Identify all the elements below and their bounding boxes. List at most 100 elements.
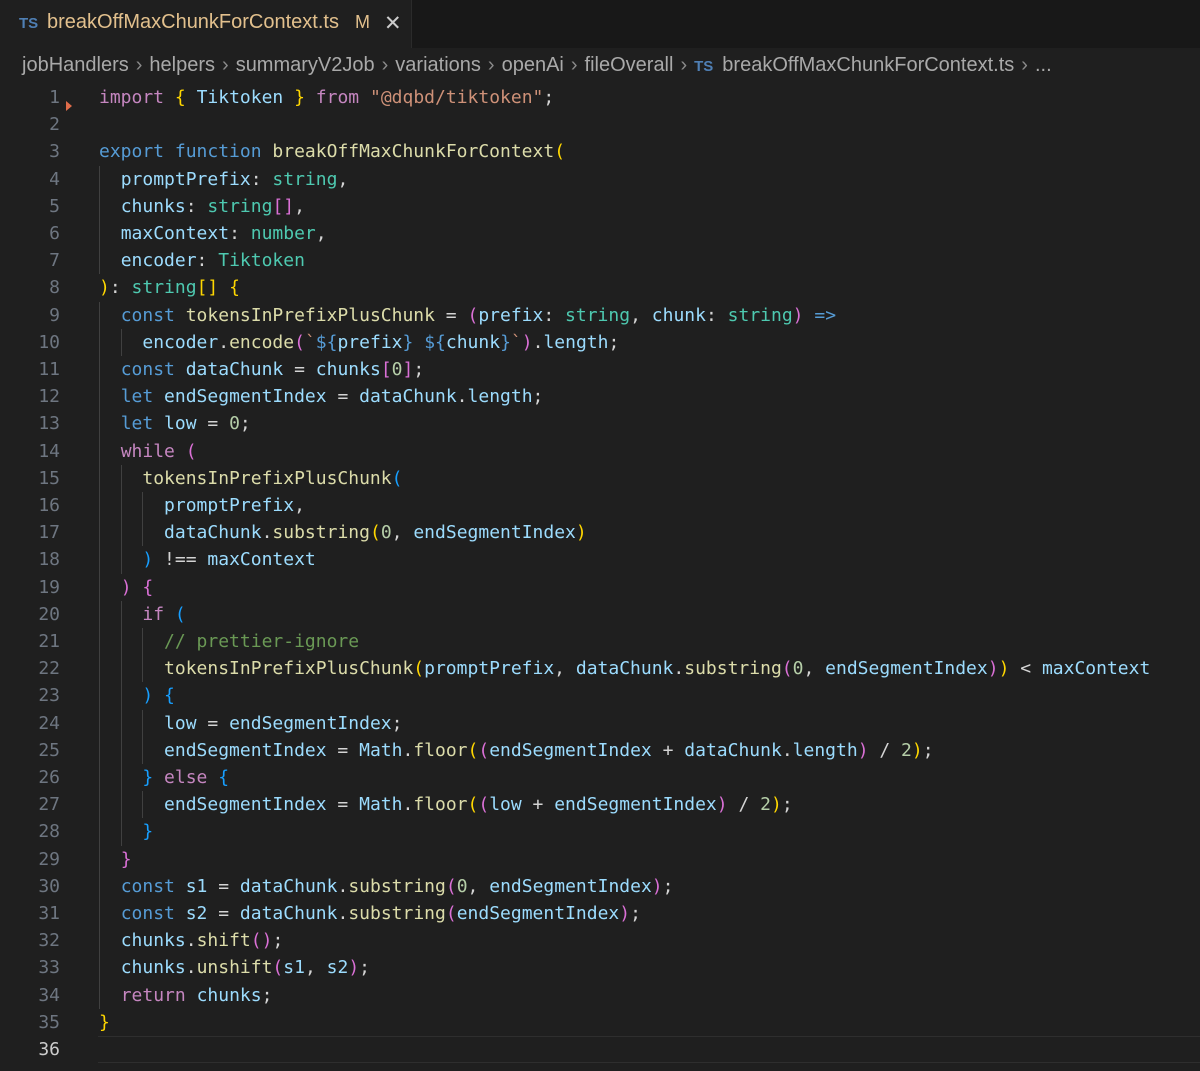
breadcrumb-more[interactable]: ... <box>1035 54 1052 76</box>
breadcrumb-item-file[interactable]: breakOffMaxChunkForContext.ts <box>722 54 1014 76</box>
code-token: const <box>120 304 175 326</box>
code-text[interactable]: if ( <box>99 601 185 628</box>
code-line[interactable]: 12 let endSegmentIndex = dataChunk.lengt… <box>0 383 1200 411</box>
code-line[interactable]: 9 const tokensInPrefixPlusChunk = (prefi… <box>0 301 1200 329</box>
code-text[interactable]: tokensInPrefixPlusChunk( <box>99 465 402 492</box>
code-text[interactable]: } <box>99 846 132 873</box>
editor-tab[interactable]: TS breakOffMaxChunkForContext.ts M ✕ <box>0 0 412 48</box>
code-line[interactable]: 3 export function breakOffMaxChunkForCont… <box>0 138 1200 165</box>
code-text[interactable]: let low = 0; <box>99 410 251 437</box>
code-line[interactable]: 36 <box>0 1036 1200 1063</box>
code-line[interactable]: 31 const s2 = dataChunk.substring(endSeg… <box>0 900 1200 928</box>
code-token: else <box>164 767 208 788</box>
code-line[interactable]: 11 const dataChunk = chunks[0]; <box>0 356 1200 384</box>
code-text[interactable]: encoder: Tiktoken <box>99 247 305 274</box>
code-text[interactable]: ) { <box>99 682 175 709</box>
code-text[interactable]: chunks: string[], <box>99 193 305 220</box>
code-text[interactable]: } <box>99 1009 110 1036</box>
code-token: endSegmentIndex <box>554 794 717 816</box>
code-line[interactable]: 35} <box>0 1009 1200 1036</box>
code-text[interactable]: tokensInPrefixPlusChunk(promptPrefix, da… <box>99 655 1150 682</box>
code-text[interactable]: chunks.shift(); <box>99 927 284 954</box>
code-line[interactable]: 27 endSegmentIndex = Math.floor((low + e… <box>0 791 1200 819</box>
code-text[interactable]: const tokensInPrefixPlusChunk = (prefix:… <box>99 302 836 329</box>
code-token: = <box>196 413 230 435</box>
code-line[interactable]: 4 promptPrefix: string, <box>0 165 1200 193</box>
code-text[interactable]: const s1 = dataChunk.substring(0, endSeg… <box>99 873 674 900</box>
breadcrumb-item-jobhandlers[interactable]: jobHandlers <box>22 54 129 76</box>
code-text[interactable]: ) { <box>99 574 154 601</box>
code-token: ( <box>467 739 479 761</box>
code-text[interactable]: chunks.unshift(s1, s2); <box>99 954 370 981</box>
breadcrumb-item-summaryv2job[interactable]: summaryV2Job <box>236 54 375 76</box>
code-text[interactable]: } else { <box>99 764 229 791</box>
code-text[interactable]: ) !== maxContext <box>99 546 315 573</box>
code-text[interactable]: endSegmentIndex = Math.floor((endSegment… <box>99 737 934 764</box>
code-token: ( <box>413 658 425 680</box>
code-text[interactable]: encoder.encode(`${prefix} ${chunk}`).len… <box>99 329 619 356</box>
code-line[interactable]: 15 tokensInPrefixPlusChunk( <box>0 464 1200 492</box>
code-line[interactable]: 18 ) !== maxContext <box>0 546 1200 574</box>
code-line[interactable]: 25 endSegmentIndex = Math.floor((endSegm… <box>0 736 1200 764</box>
code-line[interactable]: 20 if ( <box>0 600 1200 628</box>
breadcrumb-item-fileoverall[interactable]: fileOverall <box>585 54 674 76</box>
code-line[interactable]: 10 encoder.encode(`${prefix} ${chunk}`).… <box>0 328 1200 356</box>
code-line[interactable]: 17 dataChunk.substring(0, endSegmentInde… <box>0 519 1200 547</box>
code-text[interactable]: endSegmentIndex = Math.floor((low + endS… <box>99 791 793 818</box>
code-line[interactable]: 33 chunks.unshift(s1, s2); <box>0 954 1200 982</box>
breadcrumb-item-helpers[interactable]: helpers <box>149 54 215 76</box>
code-line[interactable]: 21 // prettier-ignore <box>0 628 1200 656</box>
code-token: encode <box>229 331 295 353</box>
code-token: dataChunk <box>239 875 338 897</box>
code-line[interactable]: 14 while ( <box>0 437 1200 465</box>
code-token: // prettier-ignore <box>164 631 360 652</box>
code-line[interactable]: 24 low = endSegmentIndex; <box>0 709 1200 737</box>
code-text[interactable]: ): string[] { <box>99 274 240 301</box>
code-token: dataChunk <box>684 739 782 761</box>
code-editor[interactable]: 1 import { Tiktoken } from "@dqbd/tiktoke… <box>0 84 1200 1071</box>
code-text[interactable]: export function breakOffMaxChunkForConte… <box>99 138 565 165</box>
code-token: . <box>261 522 273 544</box>
code-text[interactable]: return chunks; <box>99 982 273 1009</box>
code-text[interactable]: import { Tiktoken } from "@dqbd/tiktoken… <box>99 84 554 111</box>
code-text[interactable]: promptPrefix: string, <box>99 166 349 193</box>
code-line[interactable]: 1 import { Tiktoken } from "@dqbd/tiktoke… <box>0 84 1200 111</box>
code-line[interactable]: 32 chunks.shift(); <box>0 927 1200 955</box>
code-text[interactable]: dataChunk.substring(0, endSegmentIndex) <box>99 519 587 546</box>
code-line[interactable]: 34 return chunks; <box>0 981 1200 1009</box>
code-line[interactable]: 26 } else { <box>0 764 1200 792</box>
close-tab-icon[interactable]: ✕ <box>384 11 402 36</box>
code-text[interactable]: const dataChunk = chunks[0]; <box>99 356 425 383</box>
line-number: 8 <box>49 277 60 299</box>
code-line[interactable]: 2 <box>0 111 1200 138</box>
code-line[interactable]: 30 const s1 = dataChunk.substring(0, end… <box>0 872 1200 900</box>
line-number: 31 <box>38 903 60 924</box>
code-text[interactable]: const s2 = dataChunk.substring(endSegmen… <box>99 900 641 927</box>
code-line[interactable]: 29 } <box>0 845 1200 873</box>
code-text[interactable]: low = endSegmentIndex; <box>99 710 402 737</box>
code-text[interactable]: maxContext: number, <box>99 220 327 247</box>
code-text[interactable]: promptPrefix, <box>99 492 305 519</box>
gutter-marker-icon[interactable] <box>66 100 72 111</box>
code-text[interactable]: // prettier-ignore <box>99 628 359 655</box>
code-line[interactable]: 28 } <box>0 818 1200 846</box>
code-line[interactable]: 6 maxContext: number, <box>0 220 1200 248</box>
code-line[interactable]: 7 encoder: Tiktoken <box>0 247 1200 275</box>
breadcrumb-item-openai[interactable]: openAi <box>502 54 564 76</box>
breadcrumb-item-variations[interactable]: variations <box>395 54 481 76</box>
tab-filename[interactable]: breakOffMaxChunkForContext.ts <box>47 11 339 34</box>
code-text[interactable]: } <box>99 818 153 845</box>
code-text[interactable]: while ( <box>99 438 197 465</box>
code-line[interactable]: 16 promptPrefix, <box>0 492 1200 520</box>
code-line[interactable]: 22 tokensInPrefixPlusChunk(promptPrefix,… <box>0 655 1200 683</box>
code-token: } <box>99 1011 110 1033</box>
code-line[interactable]: 19 ) { <box>0 573 1200 601</box>
code-text[interactable]: let endSegmentIndex = dataChunk.length; <box>99 383 544 410</box>
code-line[interactable]: 23 ) { <box>0 682 1200 710</box>
code-line[interactable]: 8 ): string[] { <box>0 274 1200 301</box>
code-line[interactable]: 13 let low = 0; <box>0 410 1200 438</box>
code-line[interactable]: 5 chunks: string[], <box>0 192 1200 220</box>
